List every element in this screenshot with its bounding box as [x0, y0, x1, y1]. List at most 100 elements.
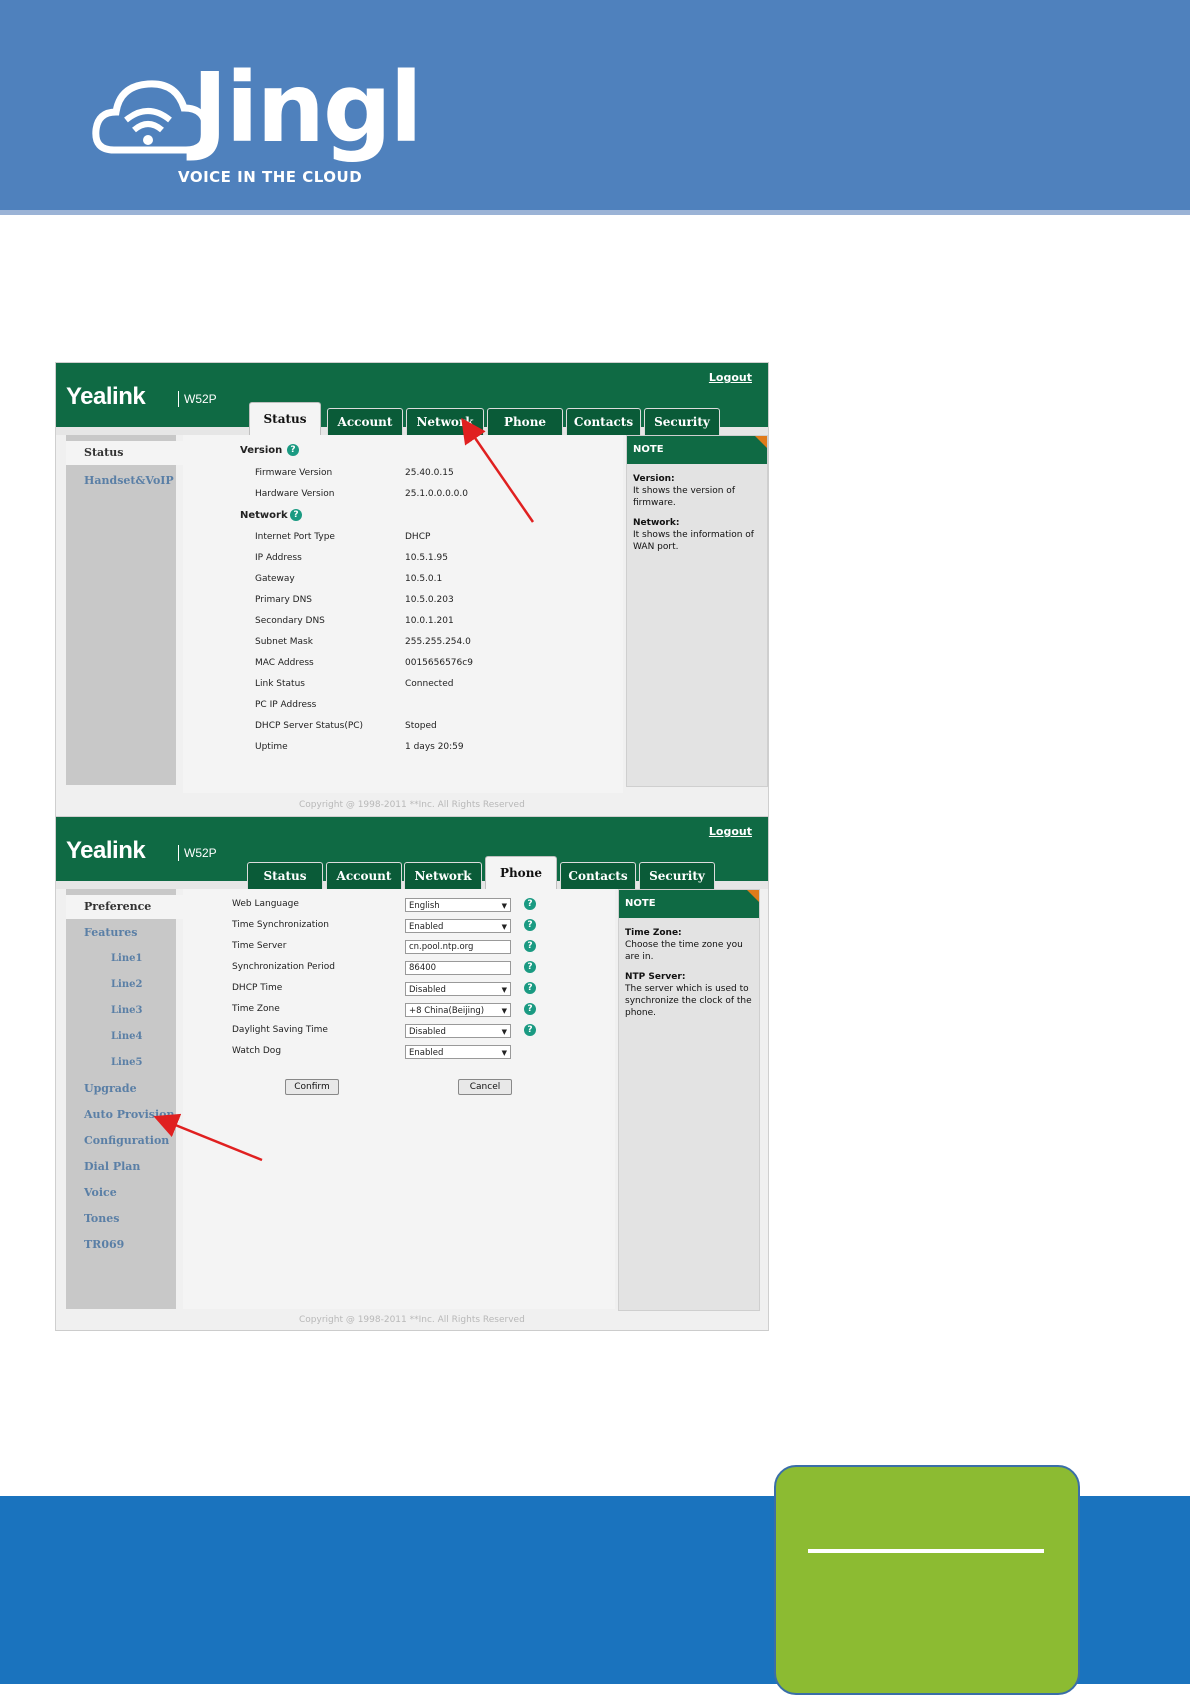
note-text: It shows the information of WAN port. — [633, 530, 754, 552]
sync-period-input[interactable]: 86400 — [405, 961, 511, 975]
help-icon[interactable]: ? — [287, 444, 299, 456]
sidebar-item-line1[interactable]: Line1 — [66, 947, 176, 971]
sidebar-item-line5[interactable]: Line5 — [66, 1051, 176, 1075]
sidebar-item-line3[interactable]: Line3 — [66, 999, 176, 1023]
tab-security[interactable]: Security — [639, 862, 715, 889]
note-title: NOTE — [627, 436, 767, 464]
row-label: IP Address — [255, 553, 302, 563]
tab-account[interactable]: Account — [327, 408, 403, 435]
yealink-brand: Yealink — [66, 383, 146, 410]
row-label: Subnet Mask — [255, 637, 313, 647]
field-label: DHCP Time — [232, 983, 283, 993]
tab-status[interactable]: Status — [249, 402, 321, 435]
row-value: Stoped — [405, 721, 437, 731]
copyright-text: Copyright @ 1998-2011 **Inc. All Rights … — [299, 1315, 525, 1325]
version-heading: Version — [240, 445, 283, 456]
sidebar-item-handset-voip[interactable]: Handset&VoIP — [66, 469, 176, 493]
row-label: Firmware Version — [255, 468, 333, 478]
sidebar-item-tones[interactable]: Tones — [66, 1207, 176, 1231]
note-term: Network: — [633, 518, 680, 528]
row-value: Connected — [405, 679, 454, 689]
time-server-input[interactable]: cn.pool.ntp.org — [405, 940, 511, 954]
divider-line — [808, 1549, 1044, 1553]
cancel-button[interactable]: Cancel — [458, 1079, 512, 1095]
row-label: Primary DNS — [255, 595, 313, 605]
network-heading: Network — [240, 510, 288, 521]
help-icon[interactable]: ? — [290, 509, 302, 521]
logout-link[interactable]: Logout — [709, 371, 752, 384]
sidebar: Preference Features Line1 Line2 Line3 Li… — [66, 889, 183, 1309]
sidebar-item-features[interactable]: Features — [66, 921, 176, 945]
logo-wordmark: Jingl — [192, 52, 423, 164]
sidebar-item-tr069[interactable]: TR069 — [66, 1233, 176, 1257]
field-label: Time Synchronization — [232, 920, 329, 930]
yealink-header: Yealink W52P Logout Status Account Netwo… — [56, 363, 768, 435]
row-label: Gateway — [255, 574, 295, 584]
row-value: 10.5.0.1 — [405, 574, 443, 584]
tab-status[interactable]: Status — [247, 862, 323, 889]
model-label: W52P — [178, 391, 217, 407]
field-label: Web Language — [232, 899, 299, 909]
sidebar-item-upgrade[interactable]: Upgrade — [66, 1077, 176, 1101]
note-title: NOTE — [619, 890, 759, 918]
help-icon[interactable]: ? — [524, 1003, 536, 1015]
note-text: It shows the version of firmware. — [633, 486, 735, 508]
help-icon[interactable]: ? — [524, 961, 536, 973]
sidebar-item-auto-provision[interactable]: Auto Provision — [66, 1103, 176, 1127]
note-corner-icon — [755, 436, 767, 448]
help-icon[interactable]: ? — [524, 898, 536, 910]
help-icon[interactable]: ? — [524, 1024, 536, 1036]
row-value: 10.0.1.201 — [405, 616, 454, 626]
watch-dog-select[interactable]: Enabled ▼ — [405, 1045, 511, 1059]
note-term: Version: — [633, 474, 675, 484]
yealink-header: Yealink W52P Logout Status Account Netwo… — [56, 817, 768, 889]
row-value: 25.40.0.15 — [405, 468, 454, 478]
tab-phone[interactable]: Phone — [485, 856, 557, 889]
sidebar-item-dial-plan[interactable]: Dial Plan — [66, 1155, 176, 1179]
tab-contacts[interactable]: Contacts — [560, 862, 636, 889]
yealink-brand: Yealink — [66, 837, 146, 864]
row-label: Hardware Version — [255, 489, 335, 499]
row-label: Link Status — [255, 679, 305, 689]
sidebar-item-preference[interactable]: Preference — [66, 895, 183, 919]
row-value: DHCP — [405, 532, 431, 542]
tab-network[interactable]: Network — [404, 862, 482, 889]
note-panel: NOTE Version: It shows the version of fi… — [626, 435, 768, 787]
confirm-button[interactable]: Confirm — [285, 1079, 339, 1095]
tab-phone[interactable]: Phone — [487, 408, 563, 435]
model-label: W52P — [178, 845, 217, 861]
tab-security[interactable]: Security — [644, 408, 720, 435]
row-value: 0015656576c9 — [405, 658, 473, 668]
status-screenshot-panel: Yealink W52P Logout Status Account Netwo… — [55, 362, 769, 822]
field-label: Daylight Saving Time — [232, 1025, 328, 1035]
sidebar-item-line4[interactable]: Line4 — [66, 1025, 176, 1049]
row-label: MAC Address — [255, 658, 314, 668]
row-label: DHCP Server Status(PC) — [255, 721, 364, 731]
sidebar: Status Handset&VoIP — [66, 435, 183, 785]
daylight-saving-select[interactable]: Disabled ▼ — [405, 1024, 511, 1038]
logout-link[interactable]: Logout — [709, 825, 752, 838]
help-icon[interactable]: ? — [524, 982, 536, 994]
tab-account[interactable]: Account — [326, 862, 402, 889]
time-sync-select[interactable]: Enabled ▼ — [405, 919, 511, 933]
tab-network[interactable]: Network — [406, 408, 484, 435]
dhcp-time-select[interactable]: Disabled ▼ — [405, 982, 511, 996]
field-label: Time Zone — [232, 1004, 280, 1014]
help-icon[interactable]: ? — [524, 919, 536, 931]
sidebar-item-status[interactable]: Status — [66, 441, 183, 465]
tab-contacts[interactable]: Contacts — [566, 408, 641, 435]
web-language-select[interactable]: English ▼ — [405, 898, 511, 912]
copyright-text: Copyright @ 1998-2011 **Inc. All Rights … — [299, 800, 525, 810]
sidebar-item-voice[interactable]: Voice — [66, 1181, 176, 1205]
help-icon[interactable]: ? — [524, 940, 536, 952]
sidebar-item-line2[interactable]: Line2 — [66, 973, 176, 997]
field-label: Watch Dog — [232, 1046, 282, 1056]
row-value: 10.5.0.203 — [405, 595, 454, 605]
row-value: 10.5.1.95 — [405, 553, 448, 563]
field-label: Synchronization Period — [232, 962, 336, 972]
sidebar-item-configuration[interactable]: Configuration — [66, 1129, 176, 1153]
preference-form: Web Language English ▼ ? Time Synchroniza… — [183, 889, 615, 1309]
time-zone-select[interactable]: +8 China(Beijing) ▼ — [405, 1003, 511, 1017]
row-value: 255.255.254.0 — [405, 637, 471, 647]
note-term: Time Zone: — [625, 928, 682, 938]
